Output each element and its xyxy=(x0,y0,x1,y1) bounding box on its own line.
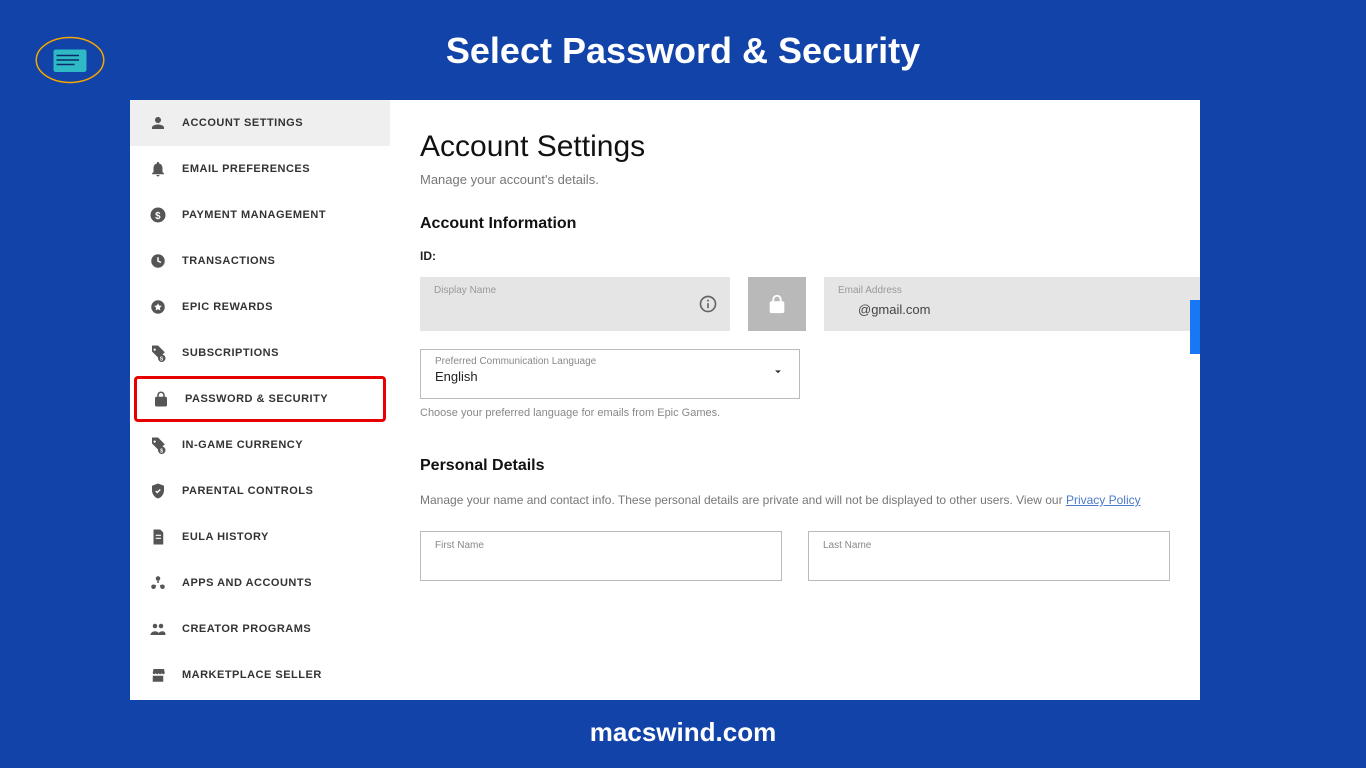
lock-button[interactable] xyxy=(748,277,806,331)
svg-text:$: $ xyxy=(160,449,163,455)
last-name-label: Last Name xyxy=(823,540,1155,551)
sidebar-item-epic-rewards[interactable]: EPIC REWARDS xyxy=(130,284,390,330)
sidebar-item-label: PAYMENT MANAGEMENT xyxy=(182,209,372,221)
sidebar-item-label: EPIC REWARDS xyxy=(182,301,372,313)
sidebar-item-label: SUBSCRIPTIONS xyxy=(182,347,372,359)
svg-text:S: S xyxy=(160,357,164,363)
sidebar-item-subscriptions[interactable]: S SUBSCRIPTIONS xyxy=(130,330,390,376)
svg-text:$: $ xyxy=(155,211,161,222)
sidebar-item-email-preferences[interactable]: EMAIL PREFERENCES xyxy=(130,146,390,192)
id-label: ID: xyxy=(420,249,1200,263)
last-name-field[interactable]: Last Name xyxy=(808,531,1170,581)
sidebar-item-label: EMAIL PREFERENCES xyxy=(182,163,372,175)
bell-icon xyxy=(148,159,168,179)
sidebar-nav: ACCOUNT SETTINGS EMAIL PREFERENCES $ PAY… xyxy=(130,100,390,700)
language-select[interactable]: Preferred Communication Language English xyxy=(420,349,800,399)
people-icon xyxy=(148,619,168,639)
sidebar-item-payment-management[interactable]: $ PAYMENT MANAGEMENT xyxy=(130,192,390,238)
clock-icon xyxy=(148,251,168,271)
sidebar-item-label: TRANSACTIONS xyxy=(182,255,372,267)
star-circle-icon xyxy=(148,297,168,317)
sidebar-item-eula-history[interactable]: EULA HISTORY xyxy=(130,514,390,560)
email-value: @gmail.com xyxy=(858,302,930,317)
shield-icon xyxy=(148,481,168,501)
store-icon xyxy=(148,665,168,685)
sidebar-item-in-game-currency[interactable]: $ IN-GAME CURRENCY xyxy=(130,422,390,468)
sidebar-item-apps-accounts[interactable]: APPS AND ACCOUNTS xyxy=(130,560,390,606)
sidebar-item-label: PASSWORD & SECURITY xyxy=(185,393,369,405)
first-name-label: First Name xyxy=(435,540,767,551)
sidebar-item-marketplace-seller[interactable]: MARKETPLACE SELLER xyxy=(130,652,390,698)
section-account-info-title: Account Information xyxy=(420,215,1200,233)
main-content: Account Settings Manage your account's d… xyxy=(390,100,1200,700)
personal-details-description: Manage your name and contact info. These… xyxy=(420,491,1200,509)
sidebar-item-parental-controls[interactable]: PARENTAL CONTROLS xyxy=(130,468,390,514)
display-name-field[interactable]: Display Name xyxy=(420,277,730,331)
instruction-title: Select Password & Security xyxy=(0,30,1366,72)
tag-sub-icon: S xyxy=(148,343,168,363)
sidebar-item-label: CREATOR PROGRAMS xyxy=(182,623,372,635)
sidebar-item-label: MARKETPLACE SELLER xyxy=(182,669,372,681)
chevron-down-icon xyxy=(771,365,785,384)
footer-watermark: macswind.com xyxy=(0,717,1366,748)
sidebar-item-label: PARENTAL CONTROLS xyxy=(182,485,372,497)
language-label: Preferred Communication Language xyxy=(435,356,785,367)
person-icon xyxy=(148,113,168,133)
sidebar-item-transactions[interactable]: TRANSACTIONS xyxy=(130,238,390,284)
page-subtitle: Manage your account's details. xyxy=(420,172,1200,187)
info-icon[interactable] xyxy=(698,294,718,314)
language-value: English xyxy=(435,369,785,384)
sidebar-item-label: EULA HISTORY xyxy=(182,531,372,543)
email-label: Email Address xyxy=(838,285,902,296)
page-title: Account Settings xyxy=(420,130,1200,164)
first-name-field[interactable]: First Name xyxy=(420,531,782,581)
sidebar-item-creator-programs[interactable]: CREATOR PROGRAMS xyxy=(130,606,390,652)
edit-button-edge[interactable] xyxy=(1190,300,1200,354)
privacy-policy-link[interactable]: Privacy Policy xyxy=(1066,493,1141,507)
email-field[interactable]: Email Address @gmail.com xyxy=(824,277,1200,331)
language-helper-text: Choose your preferred language for email… xyxy=(420,407,1200,419)
sidebar-item-label: IN-GAME CURRENCY xyxy=(182,439,372,451)
doc-icon xyxy=(148,527,168,547)
dollar-icon: $ xyxy=(148,205,168,225)
app-window: ACCOUNT SETTINGS EMAIL PREFERENCES $ PAY… xyxy=(130,100,1200,700)
display-name-label: Display Name xyxy=(434,285,496,296)
sidebar-item-label: APPS AND ACCOUNTS xyxy=(182,577,372,589)
sidebar-item-label: ACCOUNT SETTINGS xyxy=(182,117,372,129)
apps-icon xyxy=(148,573,168,593)
section-personal-details-title: Personal Details xyxy=(420,457,1200,475)
lock-icon xyxy=(151,389,171,409)
sidebar-item-password-security[interactable]: PASSWORD & SECURITY xyxy=(134,376,386,422)
sidebar-item-account-settings[interactable]: ACCOUNT SETTINGS xyxy=(130,100,390,146)
tag-currency-icon: $ xyxy=(148,435,168,455)
